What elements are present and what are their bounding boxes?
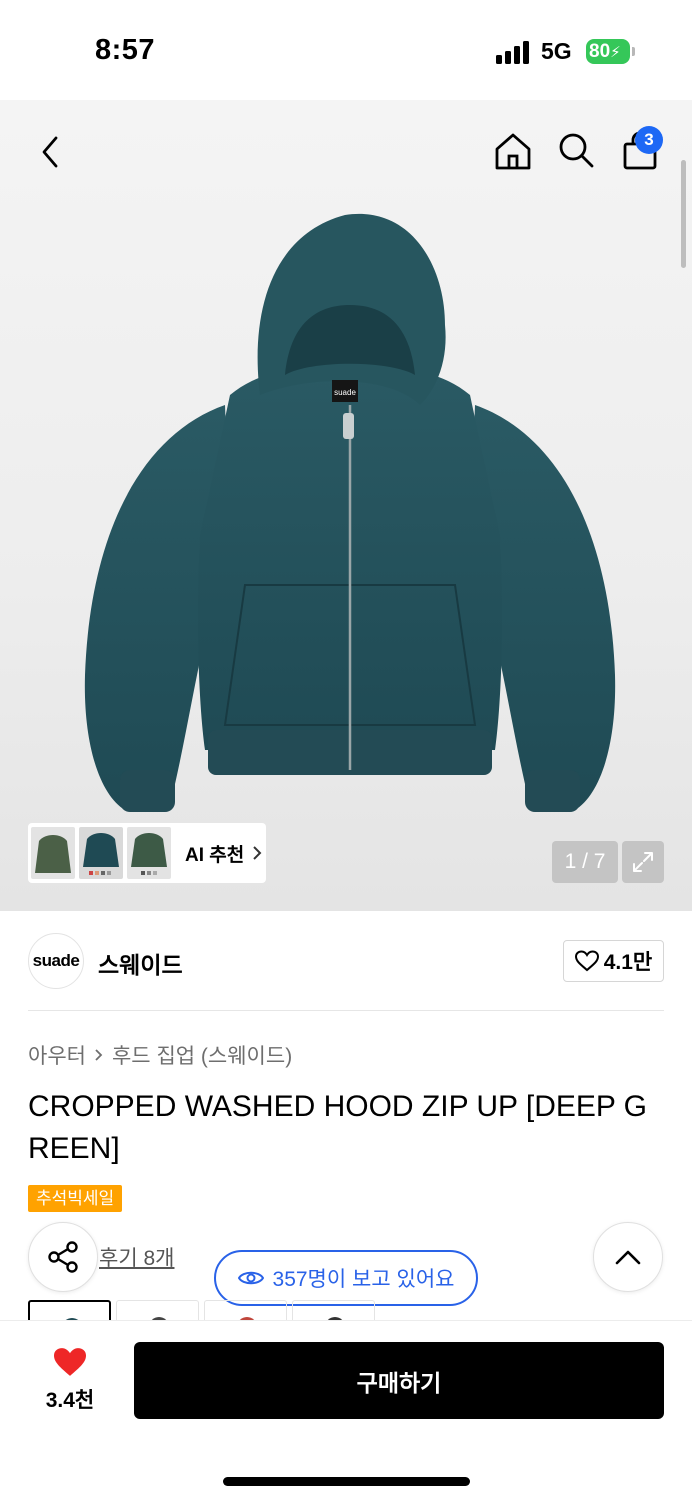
ai-recommend-button[interactable]: AI 추천 [28, 823, 266, 883]
color-swatch[interactable] [204, 1300, 287, 1322]
viewers-count-pill[interactable]: 357명이 보고 있어요 [214, 1250, 478, 1306]
heart-outline-icon [574, 950, 599, 972]
ai-thumb-2[interactable] [79, 827, 123, 879]
brand-like-button[interactable]: 4.1만 [563, 940, 664, 982]
sale-badge: 추석빅세일 [28, 1185, 123, 1212]
viewers-count-label: 357명이 보고 있어요 [272, 1268, 455, 1291]
brand-tag-label: suade [334, 388, 356, 397]
brand-like-count: 4.1만 [603, 951, 653, 974]
buy-button[interactable]: 구매하기 [134, 1342, 664, 1419]
ai-thumb-1[interactable] [31, 827, 75, 879]
cellular-signal-icon [496, 41, 529, 64]
chevron-right-icon [95, 1049, 103, 1061]
scrollbar[interactable] [681, 160, 686, 268]
scroll-to-top-button[interactable] [593, 1222, 663, 1292]
eye-icon [237, 1271, 264, 1285]
breadcrumb-category[interactable]: 아우터 [28, 1040, 86, 1070]
breadcrumb: 아우터 후드 집업 (스웨이드) [28, 1040, 292, 1070]
ai-thumb-3[interactable] [127, 827, 171, 879]
hoodie-thumb-icon [35, 835, 71, 873]
color-swatch[interactable] [292, 1300, 375, 1322]
reviews-link[interactable]: 후기 8개 [99, 1242, 174, 1272]
search-icon [559, 133, 594, 168]
hoodie-thumb-icon [131, 833, 167, 875]
chevron-right-icon [253, 846, 262, 860]
share-button[interactable] [28, 1222, 98, 1292]
back-button[interactable] [28, 130, 72, 174]
status-time: 8:57 [95, 34, 156, 66]
wishlist-count: 3.4천 [45, 1389, 95, 1412]
expand-button[interactable] [622, 841, 664, 883]
breadcrumb-subcategory[interactable]: 후드 집업 (스웨이드) [112, 1040, 292, 1070]
brand-name[interactable]: 스웨이드 [98, 946, 183, 980]
network-label: 5G [541, 38, 572, 64]
divider [28, 1010, 664, 1011]
chevron-left-icon [42, 136, 58, 168]
battery-tip [632, 47, 635, 56]
product-image[interactable]: suade [80, 205, 620, 825]
brand-logo[interactable]: suade [28, 933, 84, 989]
image-page-indicator: 1 / 7 [552, 841, 618, 883]
share-icon [48, 1241, 78, 1273]
color-swatch[interactable] [116, 1300, 199, 1322]
chevron-up-icon [615, 1250, 641, 1265]
battery-icon: 80⚡ [586, 39, 630, 64]
ai-recommend-label: AI 추천 [185, 844, 245, 866]
color-swatches [28, 1300, 388, 1322]
heart-filled-icon [54, 1348, 86, 1376]
expand-icon [633, 852, 653, 872]
home-button[interactable] [490, 128, 536, 174]
battery-level: 80 [589, 41, 611, 62]
hoodie-thumb-icon [83, 833, 119, 875]
color-swatch[interactable] [28, 1300, 111, 1322]
wishlist-button[interactable]: 3.4천 [30, 1346, 110, 1416]
cart-count-badge: 3 [635, 126, 663, 154]
product-title: CROPPED WASHED HOOD ZIP UP [DEEP GREEN] [28, 1090, 648, 1165]
status-bar: 8:57 5G 80⚡ [0, 0, 692, 100]
home-icon [495, 133, 531, 170]
search-button[interactable] [554, 128, 598, 172]
home-indicator[interactable] [223, 1477, 470, 1486]
